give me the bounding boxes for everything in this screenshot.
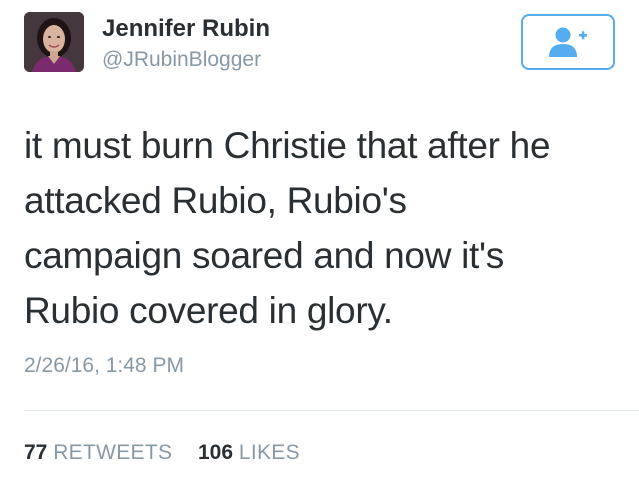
tweet-stats: 77 RETWEETS 106 LIKES <box>24 441 300 465</box>
tweet-text-line: Rubio covered in glory. <box>24 290 393 331</box>
likes-label: LIKES <box>238 441 300 464</box>
display-name[interactable]: Jennifer Rubin <box>102 15 270 43</box>
tweet-text-line: campaign soared and now it's <box>24 235 504 276</box>
follow-button[interactable] <box>521 14 615 70</box>
retweets-stat[interactable]: 77 RETWEETS <box>24 441 178 464</box>
profile-photo <box>24 12 84 72</box>
tweet-text-line: attacked Rubio, Rubio's <box>24 180 407 221</box>
add-user-icon <box>549 27 587 57</box>
user-handle[interactable]: @JRubinBlogger <box>102 48 261 72</box>
likes-count: 106 <box>197 441 234 464</box>
retweets-count: 77 <box>24 441 48 464</box>
tweet-timestamp[interactable]: 2/26/16, 1:48 PM <box>24 354 184 378</box>
avatar[interactable] <box>24 12 84 72</box>
tweet-text-line: it must burn Christie that after he <box>24 125 551 166</box>
likes-stat[interactable]: 106 LIKES <box>198 441 300 464</box>
divider <box>24 410 639 411</box>
tweet-text: it must burn Christie that after he atta… <box>24 118 619 338</box>
retweets-label: RETWEETS <box>53 441 173 464</box>
